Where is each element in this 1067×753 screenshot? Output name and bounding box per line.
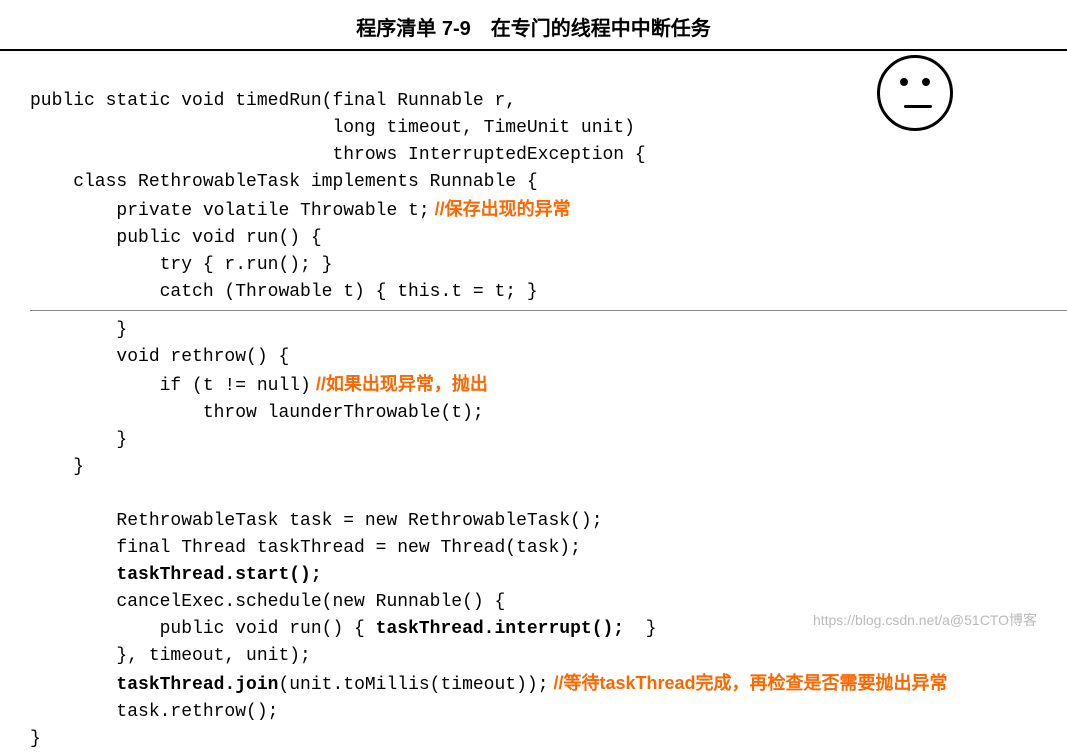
code-line: throw launderThrowable(t);	[30, 403, 484, 423]
code-line: class RethrowableTask implements Runnabl…	[30, 172, 538, 192]
code-text: public void run() {	[30, 619, 376, 639]
code-line: }	[30, 457, 84, 477]
code-text: private volatile Throwable t;	[30, 201, 430, 221]
code-line: public static void timedRun(final Runnab…	[30, 91, 516, 111]
code-line: public void run() {	[30, 228, 322, 248]
watermark-text: https://blog.csdn.net/a@51CTO博客	[813, 610, 1037, 630]
code-text: taskThread.join	[116, 675, 278, 695]
code-line: void rethrow() {	[30, 347, 289, 367]
code-line: }	[30, 729, 41, 749]
code-text: taskThread.interrupt();	[376, 619, 624, 639]
code-line: cancelExec.schedule(new Runnable() {	[30, 592, 505, 612]
code-line: }	[30, 430, 127, 450]
comment-save-exception: //保存出现的异常	[430, 199, 571, 219]
code-line: try { r.run(); }	[30, 255, 332, 275]
code-text: (unit.toMillis(timeout));	[278, 675, 548, 695]
code-line: final Thread taskThread = new Thread(tas…	[30, 538, 581, 558]
code-text	[30, 675, 116, 695]
code-line: catch (Throwable t) { this.t = t; }	[30, 282, 538, 302]
comment-if-exception: //如果出现异常，抛出	[311, 374, 488, 394]
code-text: }	[624, 619, 656, 639]
code-line: public void run() { taskThread.interrupt…	[30, 619, 657, 639]
code-line: long timeout, TimeUnit unit)	[30, 118, 635, 138]
code-text: if (t != null)	[30, 376, 311, 396]
code-line: taskThread.start();	[30, 565, 322, 585]
code-line: }	[30, 320, 127, 340]
code-block: public static void timedRun(final Runnab…	[0, 51, 1067, 753]
code-line: task.rethrow();	[30, 702, 278, 722]
code-line: throws InterruptedException {	[30, 145, 646, 165]
listing-title: 程序清单 7-9 在专门的线程中中断任务	[0, 0, 1067, 51]
code-line: }, timeout, unit);	[30, 646, 311, 666]
code-line: RethrowableTask task = new RethrowableTa…	[30, 511, 603, 531]
comment-wait-taskthread: //等待taskThread完成，再检查是否需要抛出异常	[549, 673, 948, 693]
code-line: if (t != null) //如果出现异常，抛出	[30, 376, 488, 396]
code-line: private volatile Throwable t; //保存出现的异常	[30, 201, 571, 221]
code-line: taskThread.join(unit.toMillis(timeout));…	[30, 675, 948, 695]
